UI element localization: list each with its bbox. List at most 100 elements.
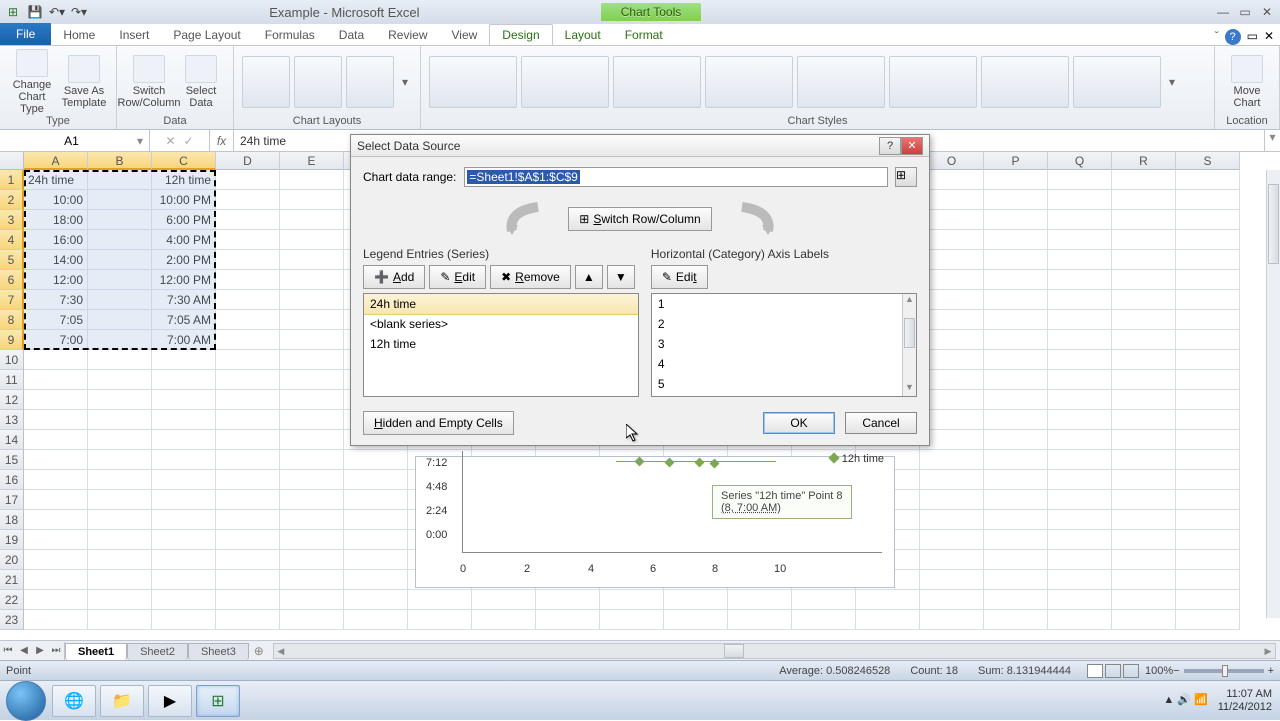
cell[interactable] <box>88 350 152 370</box>
cell[interactable] <box>1112 410 1176 430</box>
cell[interactable] <box>88 210 152 230</box>
cell[interactable]: 10:00 <box>24 190 88 210</box>
cell[interactable] <box>280 570 344 590</box>
column-header[interactable]: B <box>88 152 152 170</box>
cell[interactable] <box>1176 370 1240 390</box>
cell[interactable] <box>920 530 984 550</box>
cell[interactable] <box>88 390 152 410</box>
cell[interactable] <box>1112 470 1176 490</box>
close-icon[interactable]: ✕ <box>1258 5 1276 19</box>
cell[interactable] <box>1176 430 1240 450</box>
cell[interactable] <box>24 610 88 630</box>
cell[interactable] <box>88 410 152 430</box>
cell[interactable] <box>152 390 216 410</box>
cell[interactable] <box>1112 370 1176 390</box>
embedded-chart[interactable]: 7:12 4:48 2:24 0:00 0 2 4 6 8 10 12h tim… <box>415 456 895 588</box>
cell[interactable] <box>344 590 408 610</box>
cell[interactable] <box>1112 330 1176 350</box>
cell[interactable]: 16:00 <box>24 230 88 250</box>
cell[interactable] <box>344 470 408 490</box>
cell[interactable] <box>88 590 152 610</box>
cell[interactable] <box>1176 610 1240 630</box>
chart-layout-option[interactable] <box>294 56 342 108</box>
cell[interactable] <box>1112 450 1176 470</box>
cell[interactable] <box>1112 310 1176 330</box>
cell[interactable] <box>1112 570 1176 590</box>
cell[interactable]: 12:00 PM <box>152 270 216 290</box>
cell[interactable] <box>216 170 280 190</box>
cell[interactable] <box>920 550 984 570</box>
cell[interactable]: 7:00 AM <box>152 330 216 350</box>
save-icon[interactable]: 💾 <box>26 3 44 21</box>
cell[interactable] <box>216 210 280 230</box>
tab-file[interactable]: File <box>0 23 51 45</box>
expand-formula-bar-icon[interactable]: ▾ <box>1264 130 1280 151</box>
chart-style-option[interactable] <box>797 56 885 108</box>
cell[interactable] <box>1176 590 1240 610</box>
dialog-close-icon[interactable]: ✕ <box>901 137 923 155</box>
cell[interactable] <box>216 370 280 390</box>
cell[interactable] <box>216 430 280 450</box>
cell[interactable] <box>1048 390 1112 410</box>
cell[interactable] <box>1176 490 1240 510</box>
tab-view[interactable]: View <box>440 25 490 45</box>
cell[interactable] <box>216 330 280 350</box>
cell[interactable] <box>344 510 408 530</box>
row-header[interactable]: 17 <box>0 490 24 510</box>
cell[interactable] <box>984 350 1048 370</box>
cell[interactable] <box>88 330 152 350</box>
cell[interactable]: 7:30 <box>24 290 88 310</box>
cell[interactable] <box>1048 450 1112 470</box>
cell[interactable] <box>88 250 152 270</box>
cell[interactable] <box>1112 490 1176 510</box>
cell[interactable] <box>88 550 152 570</box>
cell[interactable] <box>88 510 152 530</box>
cell[interactable] <box>1112 170 1176 190</box>
cell[interactable] <box>280 550 344 570</box>
cell[interactable] <box>280 530 344 550</box>
cell[interactable] <box>664 590 728 610</box>
cell[interactable] <box>344 530 408 550</box>
cell[interactable] <box>24 570 88 590</box>
cell[interactable] <box>536 590 600 610</box>
last-sheet-icon[interactable]: ⏭ <box>48 642 64 660</box>
list-item[interactable]: 2 <box>652 314 916 334</box>
cell[interactable] <box>1112 290 1176 310</box>
restore-icon[interactable]: ▭ <box>1236 5 1254 19</box>
cell[interactable] <box>88 190 152 210</box>
cell[interactable] <box>280 490 344 510</box>
category-listbox[interactable]: 1 2 3 4 5 ▲ ▼ <box>651 293 917 397</box>
cell[interactable] <box>24 390 88 410</box>
chart-layout-option[interactable] <box>346 56 394 108</box>
cell[interactable] <box>24 470 88 490</box>
cell[interactable] <box>24 530 88 550</box>
cell[interactable] <box>216 570 280 590</box>
dialog-titlebar[interactable]: Select Data Source ? ✕ <box>351 135 929 157</box>
column-header[interactable]: A <box>24 152 88 170</box>
cell[interactable] <box>88 530 152 550</box>
cell[interactable] <box>984 530 1048 550</box>
cell[interactable] <box>1048 430 1112 450</box>
cell[interactable] <box>1048 470 1112 490</box>
taskbar-media-icon[interactable]: ▶ <box>148 685 192 717</box>
cell[interactable] <box>1176 190 1240 210</box>
cell[interactable] <box>1176 530 1240 550</box>
tab-formulas[interactable]: Formulas <box>253 25 327 45</box>
taskbar-ie-icon[interactable]: 🌐 <box>52 685 96 717</box>
cell[interactable] <box>152 410 216 430</box>
undo-icon[interactable]: ↶▾ <box>48 3 66 21</box>
cell[interactable] <box>920 450 984 470</box>
cell[interactable] <box>1112 190 1176 210</box>
cell[interactable] <box>1112 510 1176 530</box>
cell[interactable] <box>152 530 216 550</box>
prev-sheet-icon[interactable]: ◀ <box>16 642 32 660</box>
chart-style-option[interactable] <box>889 56 977 108</box>
cell[interactable] <box>152 470 216 490</box>
list-item[interactable]: 3 <box>652 334 916 354</box>
redo-icon[interactable]: ↷▾ <box>70 3 88 21</box>
cell[interactable] <box>344 550 408 570</box>
cell[interactable] <box>24 550 88 570</box>
cell[interactable] <box>856 610 920 630</box>
list-item[interactable]: <blank series> <box>364 314 638 334</box>
window-restore-icon[interactable]: ▭ <box>1247 29 1258 45</box>
